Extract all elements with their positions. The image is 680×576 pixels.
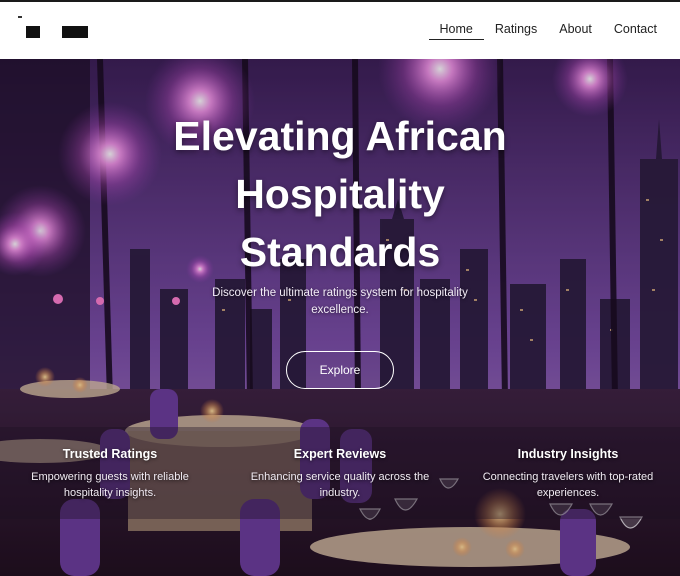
feature-title: Industry Insights — [517, 447, 619, 461]
site-logo[interactable] — [18, 16, 98, 46]
feature-description: Connecting travelers with top-rated expe… — [482, 471, 654, 499]
explore-button[interactable]: Explore — [286, 351, 394, 389]
nav-ratings-link[interactable]: Ratings — [484, 20, 548, 40]
nav-about-link[interactable]: About — [548, 20, 603, 40]
feature-trusted-ratings: Trusted Ratings Empowering guests with r… — [10, 445, 210, 501]
feature-title: Expert Reviews — [293, 447, 387, 461]
hero-title: Elevating African Hospitality Standards — [173, 113, 507, 275]
feature-industry-insights: Industry Insights Connecting travelers w… — [468, 445, 668, 501]
nav-contact-link[interactable]: Contact — [603, 20, 668, 40]
main-nav: Home Ratings About Contact — [428, 20, 669, 40]
hero-section: Elevating African Hospitality Standards … — [0, 59, 680, 576]
feature-expert-reviews: Expert Reviews Enhancing service quality… — [240, 445, 440, 501]
feature-title: Trusted Ratings — [62, 447, 158, 461]
site-header: Home Ratings About Contact — [0, 2, 680, 59]
feature-description: Empowering guests with reliable hospital… — [31, 471, 189, 499]
features-strip: Trusted Ratings Empowering guests with r… — [0, 427, 680, 519]
nav-home-link[interactable]: Home — [428, 20, 484, 40]
feature-description: Enhancing service quality across the ind… — [250, 471, 430, 499]
hero-subtitle: Discover the ultimate ratings system for… — [212, 287, 468, 316]
